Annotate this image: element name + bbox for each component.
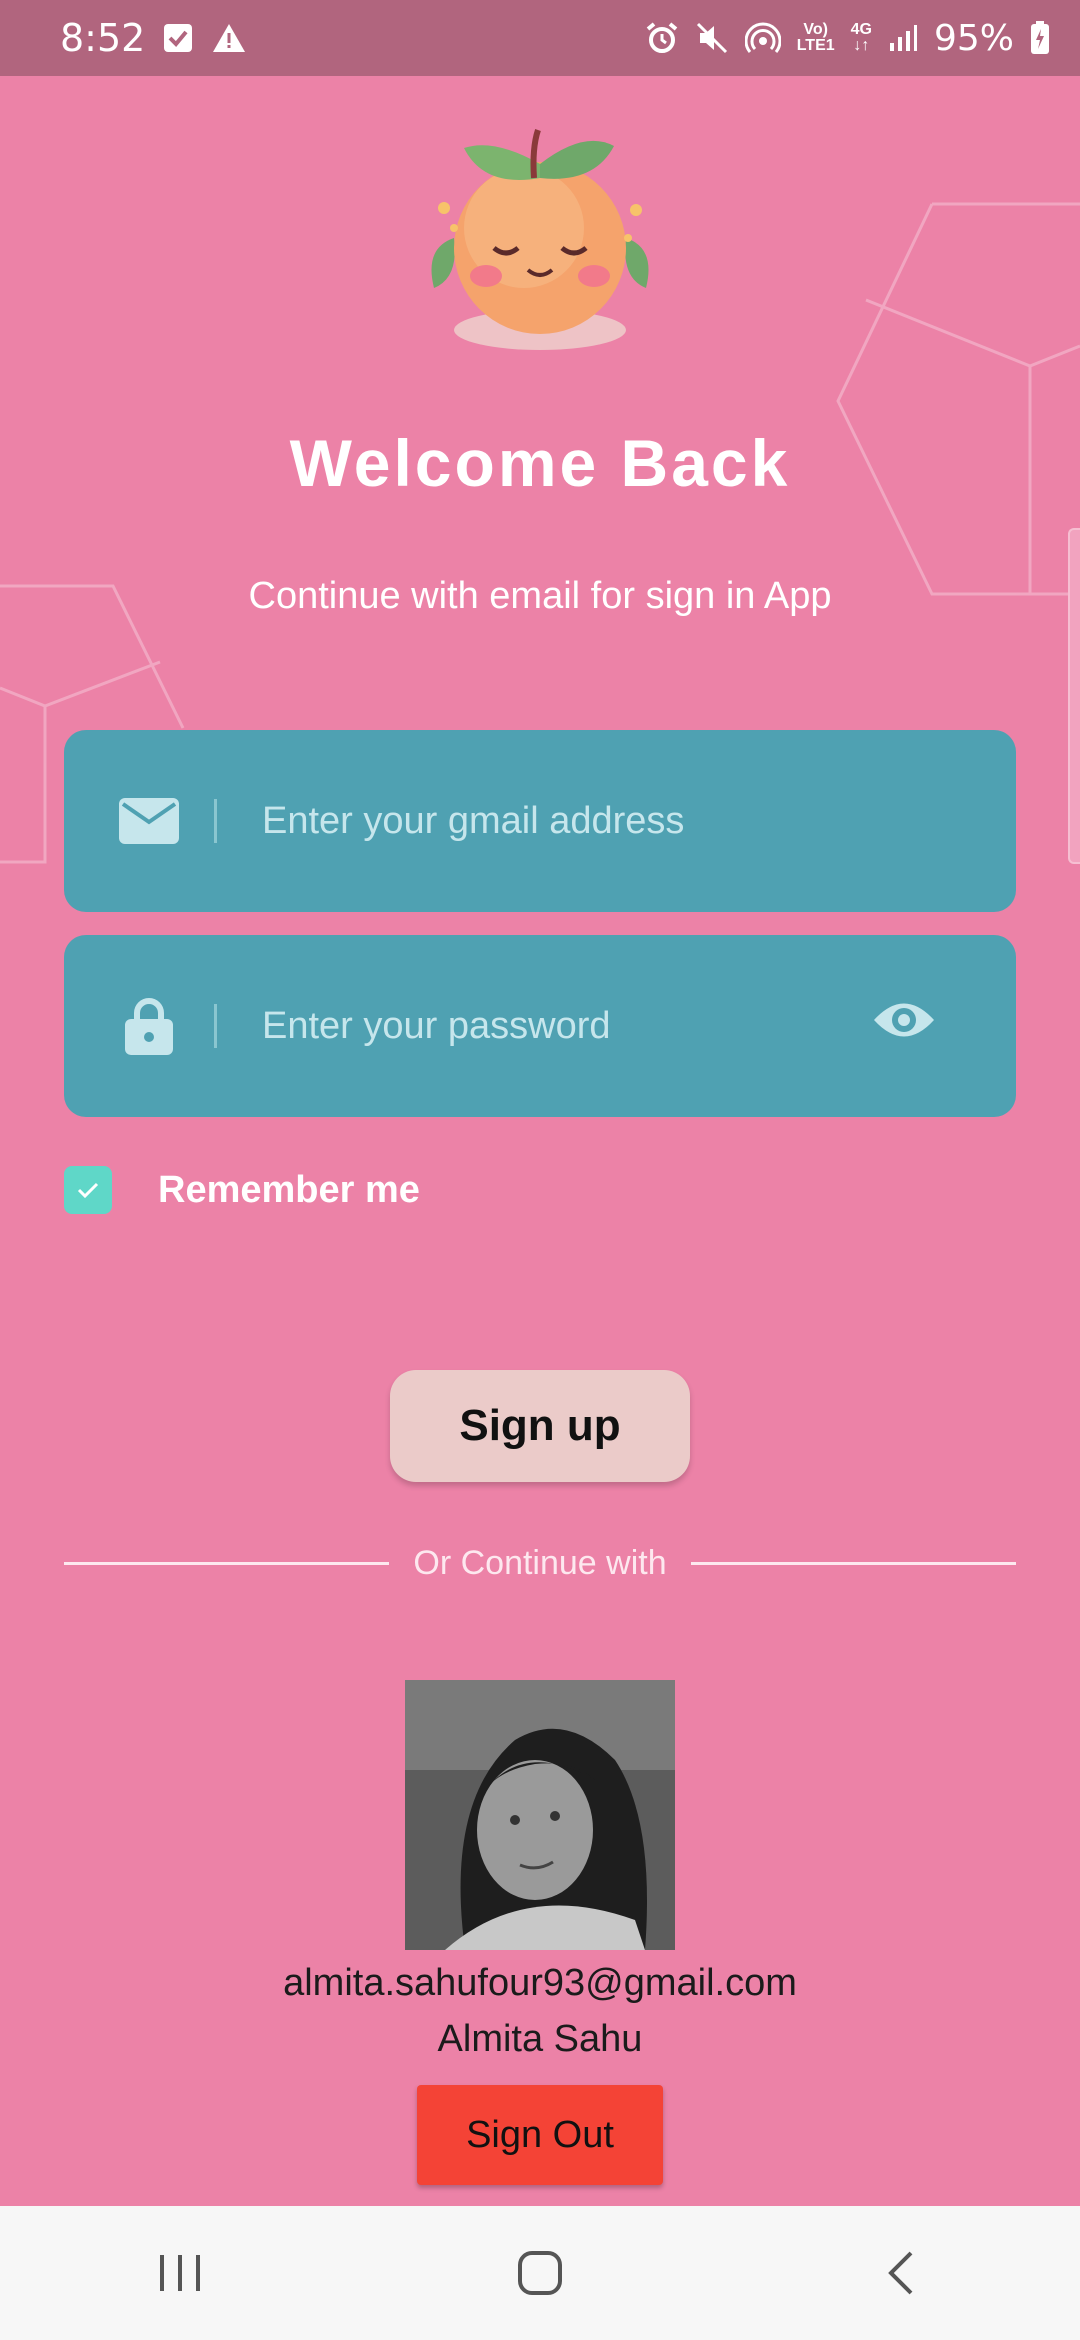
battery-percent: 95% [933,17,1014,59]
warning-icon [211,22,247,54]
email-input[interactable]: Enter your gmail address [262,800,1016,843]
divider-line-left [64,1561,390,1565]
welcome-title: Welcome Back [289,426,791,500]
network-type-text: 4G [850,21,872,38]
edge-panel-handle[interactable] [1068,528,1080,864]
user-name: Almita Sahu [437,2018,643,2060]
peach-logo [431,129,649,350]
battery-charging-icon [1030,21,1050,55]
password-field[interactable]: Enter your password [64,935,1016,1117]
password-field-divider [214,1004,217,1048]
or-continue-text: Or Continue with [413,1543,667,1582]
divider-line-right [690,1561,1017,1565]
status-time: 8:52 [60,16,146,60]
status-bar: 8:52 Vo) LTE1 4G ↓↑ 95% [0,0,1080,76]
email-field[interactable]: Enter your gmail address [64,730,1016,912]
sign-out-button[interactable]: Sign Out [417,2085,663,2185]
signal-icon [888,23,918,53]
sign-up-button[interactable]: Sign up [390,1370,690,1482]
home-icon[interactable] [480,2223,600,2323]
welcome-subtitle: Continue with email for sign in App [248,575,832,617]
user-avatar [405,1680,675,1950]
remember-me-checkbox[interactable] [64,1166,112,1214]
network-type-label: 4G ↓↑ [850,21,872,54]
lock-icon [114,997,184,1055]
network-volte-top: Vo) [803,21,828,38]
network-volte-label: Vo) LTE1 [797,22,835,54]
mute-icon [695,21,729,55]
email-field-divider [214,799,217,843]
system-navigation-bar [0,2206,1080,2340]
checkbox-notification-icon [163,23,193,53]
or-continue-divider: Or Continue with [64,1538,1017,1588]
mail-icon [114,798,184,844]
back-icon[interactable] [840,2223,960,2323]
show-password-icon[interactable] [872,997,936,1048]
hotspot-icon [744,21,781,55]
network-volte-bottom: LTE1 [796,37,835,54]
recent-apps-icon[interactable] [120,2223,240,2323]
alarm-icon [645,21,679,55]
user-email: almita.sahufour93@gmail.com [283,1962,797,2004]
remember-me-label: Remember me [158,1168,420,1211]
remember-me-row[interactable]: Remember me [64,1166,420,1214]
